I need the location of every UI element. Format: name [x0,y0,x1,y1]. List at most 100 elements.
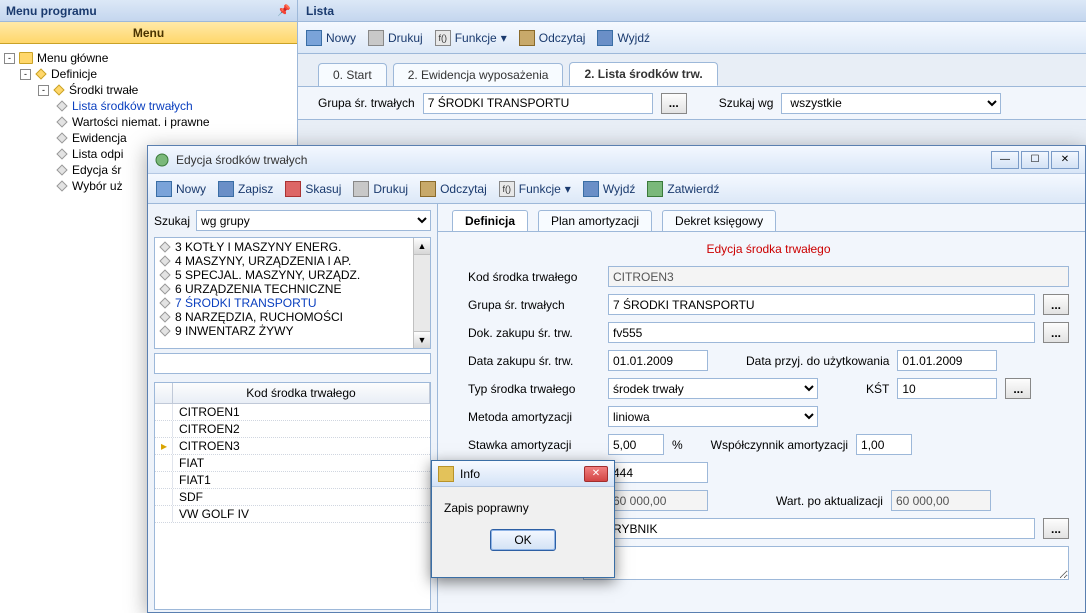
group-list[interactable]: 3 KOTŁY I MASZYNY ENERG. 4 MASZYNY, URZĄ… [154,237,431,349]
new-icon [306,30,322,46]
table-row[interactable]: FIAT1 [155,472,430,489]
tab-plan[interactable]: Plan amortyzacji [538,210,652,231]
tab-ewidencja[interactable]: 2. Ewidencja wyposażenia [393,63,564,86]
dataz-label: Data zakupu śr. trw. [468,354,600,368]
table-row[interactable]: CITROEN2 [155,421,430,438]
diamond-icon [159,311,170,322]
tab-dekret[interactable]: Dekret księgowy [662,210,776,231]
odczytaj-button[interactable]: Odczytaj [519,30,586,46]
szukaj-label: Szukaj [154,214,190,228]
skasuj-button[interactable]: Skasuj [285,181,341,197]
rybnik-browse-button[interactable]: ... [1043,518,1069,539]
group-filter-input[interactable] [154,353,431,374]
szukaj-select[interactable]: wg grupy [196,210,431,231]
info-titlebar[interactable]: Info ✕ [432,461,614,487]
rybnik-input[interactable] [608,518,1035,539]
table-row[interactable]: SDF [155,489,430,506]
edycja-window: Edycja środków trwałych — ☐ ✕ Nowy Zapis… [147,145,1086,613]
drukuj-button[interactable]: Drukuj [368,30,423,46]
tab-lista[interactable]: 2. Lista środków trw. [569,62,717,86]
tree-collapse-icon[interactable]: - [20,69,31,80]
zatwierdz-button[interactable]: Zatwierdź [647,181,719,197]
typ-label: Typ środka trwałego [468,382,600,396]
grid-indicator-col[interactable] [155,383,173,403]
grupa-input[interactable] [608,294,1035,315]
dok-input[interactable] [608,322,1035,343]
group-item[interactable]: 5 SPECJAL. MASZYNY, URZĄDZ. [159,268,426,282]
grupa-browse-button[interactable]: ... [661,93,687,114]
funkcje-button[interactable]: f()Funkcje ▾ [435,30,507,46]
wsp-label: Współczynnik amortyzacji [711,438,848,452]
datap-input[interactable] [897,350,997,371]
chevron-down-icon: ▾ [501,31,507,45]
metoda-select[interactable]: liniowa [608,406,818,427]
diamond-icon [159,255,170,266]
group-item[interactable]: 4 MASZYNY, URZĄDZENIA I AP. [159,254,426,268]
group-item-selected[interactable]: 7 ŚRODKI TRANSPORTU [159,296,426,310]
zapisz-button[interactable]: Zapisz [218,181,273,197]
drukuj-button[interactable]: Drukuj [353,181,408,197]
group-item[interactable]: 6 URZĄDZENIA TECHNICZNE [159,282,426,296]
opis-textarea[interactable] [583,546,1069,580]
tree-collapse-icon[interactable]: - [38,85,49,96]
inner-tabs: Definicja Plan amortyzacji Dekret księgo… [438,204,1085,232]
nowy-button[interactable]: Nowy [306,30,356,46]
tree-definicje[interactable]: - Definicje [20,66,293,82]
grid-header-kod[interactable]: Kod środka trwałego [173,383,430,403]
group-item[interactable]: 3 KOTŁY I MASZYNY ENERG. [159,240,426,254]
form-title: Edycja środka trwałego [468,242,1069,256]
diamond-icon [159,297,170,308]
table-row[interactable]: FIAT [155,455,430,472]
scrollbar[interactable]: ▲ ▼ [413,238,430,348]
odczytaj-button[interactable]: Odczytaj [420,181,487,197]
tree-item-ewidencja[interactable]: Ewidencja [56,130,293,146]
field-444-input[interactable] [608,462,708,483]
kst-input[interactable] [897,378,997,399]
edycja-titlebar[interactable]: Edycja środków trwałych — ☐ ✕ [148,146,1085,174]
lista-header: Lista [298,0,1086,22]
kod-input[interactable] [608,266,1069,287]
ok-button[interactable]: OK [490,529,556,551]
table-row[interactable]: VW GOLF IV [155,506,430,523]
kst-browse-button[interactable]: ... [1005,378,1031,399]
nowy-button[interactable]: Nowy [156,181,206,197]
dok-browse-button[interactable]: ... [1043,322,1069,343]
wsp-input[interactable] [856,434,912,455]
tab-definicja[interactable]: Definicja [452,210,528,231]
tree-root[interactable]: - Menu główne [4,50,293,66]
wartakt-input[interactable] [891,490,991,511]
grupa-input[interactable] [423,93,653,114]
diamond-icon [56,132,67,143]
group-item[interactable]: 9 INWENTARZ ŻYWY [159,324,426,338]
minimize-button[interactable]: — [991,151,1019,169]
wyjdz-button[interactable]: Wyjdź [597,30,650,46]
group-item[interactable]: 8 NARZĘDZIA, RUCHOMOŚCI [159,310,426,324]
scroll-down-icon[interactable]: ▼ [414,331,430,348]
szukaj-select[interactable]: wszystkie [781,93,1001,114]
table-row[interactable]: CITROEN1 [155,404,430,421]
tree-item-lista[interactable]: Lista środków trwałych [56,98,293,114]
tree-srodki[interactable]: - Środki trwałe [38,82,293,98]
typ-select[interactable]: środek trwały [608,378,818,399]
funkcje-button[interactable]: f()Funkcje ▾ [499,181,571,197]
close-button[interactable]: ✕ [584,466,608,482]
tree-item-wartosci[interactable]: Wartości niemat. i prawne [56,114,293,130]
diamond-icon [53,84,64,95]
wart1-input[interactable] [608,490,708,511]
new-icon [156,181,172,197]
maximize-button[interactable]: ☐ [1021,151,1049,169]
kst-label: KŚT [866,382,889,396]
tab-start[interactable]: 0. Start [318,63,387,86]
tree-collapse-icon[interactable]: - [4,53,15,64]
edycja-title: Edycja środków trwałych [176,153,991,167]
scroll-up-icon[interactable]: ▲ [414,238,430,255]
pin-icon[interactable]: 📌 [277,4,291,17]
stawka-input[interactable] [608,434,664,455]
grupa-browse-button[interactable]: ... [1043,294,1069,315]
exit-icon [583,181,599,197]
wyjdz-button[interactable]: Wyjdź [583,181,636,197]
diamond-icon [56,100,67,111]
dataz-input[interactable] [608,350,708,371]
close-button[interactable]: ✕ [1051,151,1079,169]
table-row-current[interactable]: ▸CITROEN3 [155,438,430,455]
